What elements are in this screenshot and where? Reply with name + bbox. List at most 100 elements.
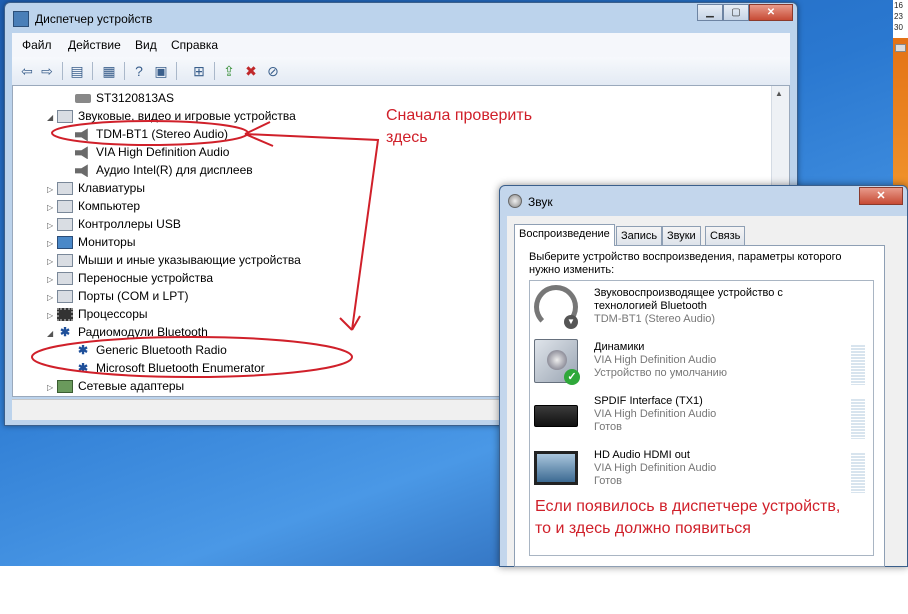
- instruction-text: Выберите устройство воспроизведения, пар…: [529, 251, 842, 276]
- tree-item[interactable]: ▷ Компьютер: [47, 197, 140, 215]
- disconnected-arrow-icon: ▼: [564, 315, 578, 329]
- default-check-icon: ✓: [564, 369, 580, 385]
- tree-item[interactable]: TDM-BT1 (Stereo Audio): [65, 125, 228, 143]
- volume-meter: [851, 453, 865, 493]
- menu-help[interactable]: Справка: [171, 38, 218, 52]
- annotation-line: Сначала проверить: [386, 107, 533, 124]
- menu-action[interactable]: Действие: [68, 38, 121, 52]
- tree-item-label: Мыши и иные указывающие устройства: [78, 253, 301, 267]
- clock-line: 16: [894, 1, 903, 10]
- keyboard-icon: [57, 182, 73, 196]
- tree-item[interactable]: Аудио Intel(R) для дисплеев: [65, 161, 253, 179]
- clock-line: 30: [894, 23, 903, 32]
- device-name: Звуковоспроизводящее устройство с технол…: [594, 287, 783, 312]
- forward-icon[interactable]: ⇨: [38, 62, 56, 80]
- volume-meter: [851, 345, 865, 385]
- tree-item[interactable]: ▷ Порты (COM и LPT): [47, 287, 189, 305]
- tree-item[interactable]: ✱ Generic Bluetooth Radio: [65, 341, 227, 359]
- show-hidden-icon[interactable]: ▣: [152, 62, 170, 80]
- speaker-icon: [75, 146, 88, 160]
- volume-meter: [851, 399, 865, 439]
- device-item-spdif[interactable]: SPDIF Interface (TX1) VIA High Definitio…: [530, 391, 873, 443]
- help-icon[interactable]: ?: [130, 62, 148, 80]
- tree-item-label: Процессоры: [78, 307, 148, 321]
- tree-item-label: Звуковые, видео и игровые устройства: [78, 109, 296, 123]
- annotation-line: то и здесь должно появиться: [535, 520, 751, 537]
- device-name: SPDIF Interface (TX1): [594, 395, 703, 407]
- tree-item[interactable]: ▷ Мыши и иные указывающие устройства: [47, 251, 301, 269]
- device-driver: VIA High Definition Audio: [594, 408, 717, 420]
- expand-toggle-icon[interactable]: ▷: [47, 379, 57, 396]
- annotation-line: здесь: [386, 129, 428, 146]
- tree-item[interactable]: ▷ Контроллеры USB: [47, 215, 181, 233]
- tab-sounds[interactable]: Звуки: [662, 226, 701, 245]
- tree-item-label: Generic Bluetooth Radio: [96, 343, 227, 357]
- back-icon[interactable]: ⇦: [18, 62, 36, 80]
- tree-item[interactable]: ◢ Звуковые, видео и игровые устройства: [47, 107, 296, 125]
- tree-item-label: TDM-BT1 (Stereo Audio): [96, 127, 229, 141]
- tree-item[interactable]: ◢ ✱ Радиомодули Bluetooth: [47, 323, 208, 341]
- sound-icon: [508, 194, 522, 208]
- toolbar: ⇦ ⇨ ▤ ▦ ? ▣ ⊞ ⇪ ✖ ⊘: [12, 57, 790, 86]
- bluetooth-icon: ✱: [77, 361, 89, 376]
- device-driver: VIA High Definition Audio: [594, 354, 717, 366]
- device-name: Динамики: [594, 341, 645, 353]
- device-item-speakers[interactable]: ✓ Динамики VIA High Definition Audio Уст…: [530, 337, 873, 389]
- device-status: Готов: [594, 475, 622, 487]
- tree-item[interactable]: ▷ Мониторы: [47, 233, 135, 251]
- sound-category-icon: [57, 110, 73, 124]
- volume-slider-handle[interactable]: [895, 44, 906, 52]
- device-item-hdmi[interactable]: HD Audio HDMI out VIA High Definition Au…: [530, 445, 873, 497]
- dialog-title: Звук: [528, 195, 553, 209]
- menu-view[interactable]: Вид: [135, 38, 157, 52]
- computer-icon: [57, 200, 73, 214]
- tree-item-label: VIA High Definition Audio: [96, 145, 230, 159]
- device-status: Устройство по умолчанию: [594, 367, 728, 379]
- bluetooth-icon: ✱: [77, 343, 89, 358]
- monitor-icon: [57, 236, 73, 250]
- network-adapter-icon: [57, 380, 73, 394]
- hdmi-tv-icon: [534, 451, 578, 485]
- bluetooth-icon: ✱: [59, 325, 71, 340]
- tree-item-label: Microsoft Bluetooth Enumerator: [96, 361, 265, 375]
- tree-item[interactable]: ▷ Процессоры: [47, 305, 148, 323]
- tree-item[interactable]: ✱ Microsoft Bluetooth Enumerator: [65, 359, 265, 377]
- tree-item-label: Аудио Intel(R) для дисплеев: [96, 163, 253, 177]
- tree-item-label: Клавиатуры: [78, 181, 145, 195]
- menu-file[interactable]: Файл: [22, 38, 52, 52]
- disk-icon: [75, 94, 91, 104]
- tree-item-label: Компьютер: [78, 199, 141, 213]
- tab-playback[interactable]: Воспроизведение: [514, 224, 615, 246]
- minimize-button[interactable]: ▁: [697, 4, 723, 21]
- tree-item[interactable]: ▷ Клавиатуры: [47, 179, 145, 197]
- update-driver-icon[interactable]: ⇪: [220, 62, 238, 80]
- close-button[interactable]: ✕: [749, 4, 793, 21]
- mouse-icon: [57, 254, 73, 268]
- tree-item[interactable]: ST3120813AS: [65, 89, 174, 107]
- speaker-icon: [75, 164, 88, 178]
- tree-item[interactable]: ▷ Сетевые адаптеры: [47, 377, 184, 395]
- tab-recording[interactable]: Запись: [616, 226, 663, 245]
- cpu-icon: [57, 308, 73, 322]
- scan-hardware-icon[interactable]: ⊞: [190, 62, 208, 80]
- tab-communications[interactable]: Связь: [705, 226, 746, 245]
- tree-item-label: Радиомодули Bluetooth: [78, 325, 208, 339]
- disable-icon[interactable]: ⊘: [264, 62, 282, 80]
- up-icon[interactable]: ▤: [68, 62, 86, 80]
- expand-toggle-icon[interactable]: ◢: [47, 109, 57, 127]
- device-item-bluetooth[interactable]: ▼ Звуковоспроизводящее устройство с техн…: [530, 283, 873, 335]
- window-title: Диспетчер устройств: [35, 12, 153, 26]
- tree-item[interactable]: VIA High Definition Audio: [65, 143, 229, 161]
- uninstall-icon[interactable]: ✖: [242, 62, 260, 80]
- expand-toggle-icon[interactable]: ◢: [47, 325, 57, 343]
- device-manager-icon: [13, 11, 29, 27]
- title-bar[interactable]: Диспетчер устройств ▁ ▢ ✕: [5, 3, 797, 33]
- close-button[interactable]: ✕: [859, 187, 903, 205]
- tree-item[interactable]: ▷ Переносные устройства: [47, 269, 213, 287]
- speaker-icon: [75, 128, 88, 142]
- maximize-button[interactable]: ▢: [723, 4, 749, 21]
- clock-line: 23: [894, 12, 903, 21]
- properties-icon[interactable]: ▦: [100, 62, 118, 80]
- device-driver: VIA High Definition Audio: [594, 462, 717, 474]
- tree-item-label: Переносные устройства: [78, 271, 214, 285]
